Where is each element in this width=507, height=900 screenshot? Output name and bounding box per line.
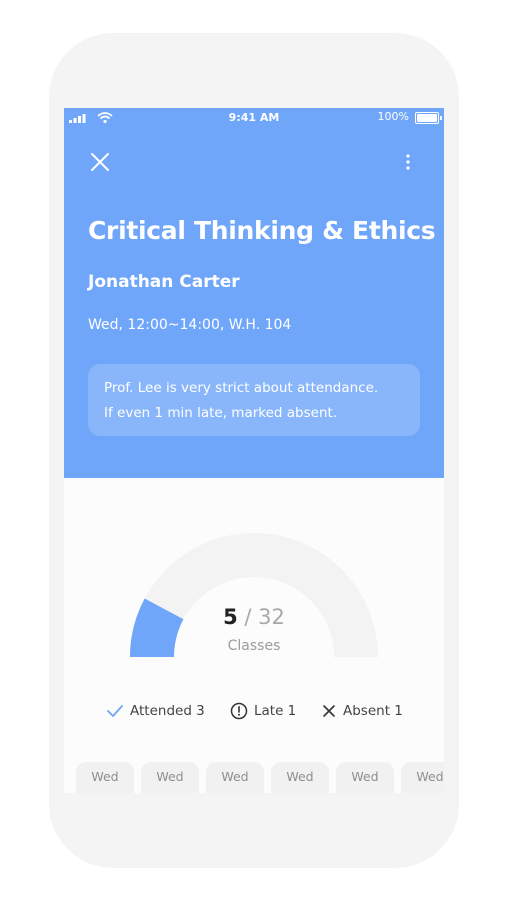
late-clock-icon bbox=[230, 702, 248, 720]
status-bar: 9:41 AM 100% bbox=[64, 108, 444, 130]
count-separator: / bbox=[244, 605, 252, 629]
legend-late-label: Late 1 bbox=[254, 703, 297, 719]
attendance-note: Prof. Lee is very strict about attendanc… bbox=[88, 364, 420, 436]
legend-absent: Absent 1 bbox=[321, 701, 403, 721]
classes-label: Classes bbox=[227, 638, 281, 654]
date-pill[interactable]: Wed bbox=[271, 762, 329, 793]
course-title: Critical Thinking & Ethics bbox=[88, 216, 436, 245]
class-schedule: Wed, 12:00~14:00, W.H. 104 bbox=[88, 317, 292, 333]
more-vertical-icon[interactable] bbox=[402, 152, 414, 172]
check-icon bbox=[107, 705, 123, 717]
classes-count: 5 / 32 bbox=[64, 605, 444, 629]
date-pill[interactable]: Wed bbox=[206, 762, 264, 793]
date-pill[interactable]: Wed bbox=[401, 762, 444, 793]
professor-name: Jonathan Carter bbox=[88, 272, 240, 292]
legend-late: Late 1 bbox=[230, 701, 296, 721]
legend-attended: Attended 3 bbox=[106, 701, 205, 721]
attended-count: 5 bbox=[223, 605, 238, 629]
note-line-2: If even 1 min late, marked absent. bbox=[104, 405, 338, 421]
battery-percent: 100% bbox=[377, 110, 409, 123]
note-line-1: Prof. Lee is very strict about attendanc… bbox=[104, 380, 379, 396]
date-pill[interactable]: Wed bbox=[76, 762, 134, 793]
absent-x-icon bbox=[323, 705, 335, 717]
battery-icon bbox=[415, 112, 442, 124]
date-pill[interactable]: Wed bbox=[141, 762, 199, 793]
app-screen: 9:41 AM 100% Critical Thinking & Ethics … bbox=[64, 108, 444, 793]
legend-attended-label: Attended 3 bbox=[130, 703, 205, 719]
class-dates-row: Wed Wed Wed Wed Wed Wed bbox=[76, 762, 444, 793]
total-classes: 32 bbox=[258, 605, 285, 629]
course-header: 9:41 AM 100% Critical Thinking & Ethics … bbox=[64, 108, 444, 478]
legend-absent-label: Absent 1 bbox=[343, 703, 403, 719]
close-icon[interactable] bbox=[88, 150, 112, 174]
date-pill[interactable]: Wed bbox=[336, 762, 394, 793]
